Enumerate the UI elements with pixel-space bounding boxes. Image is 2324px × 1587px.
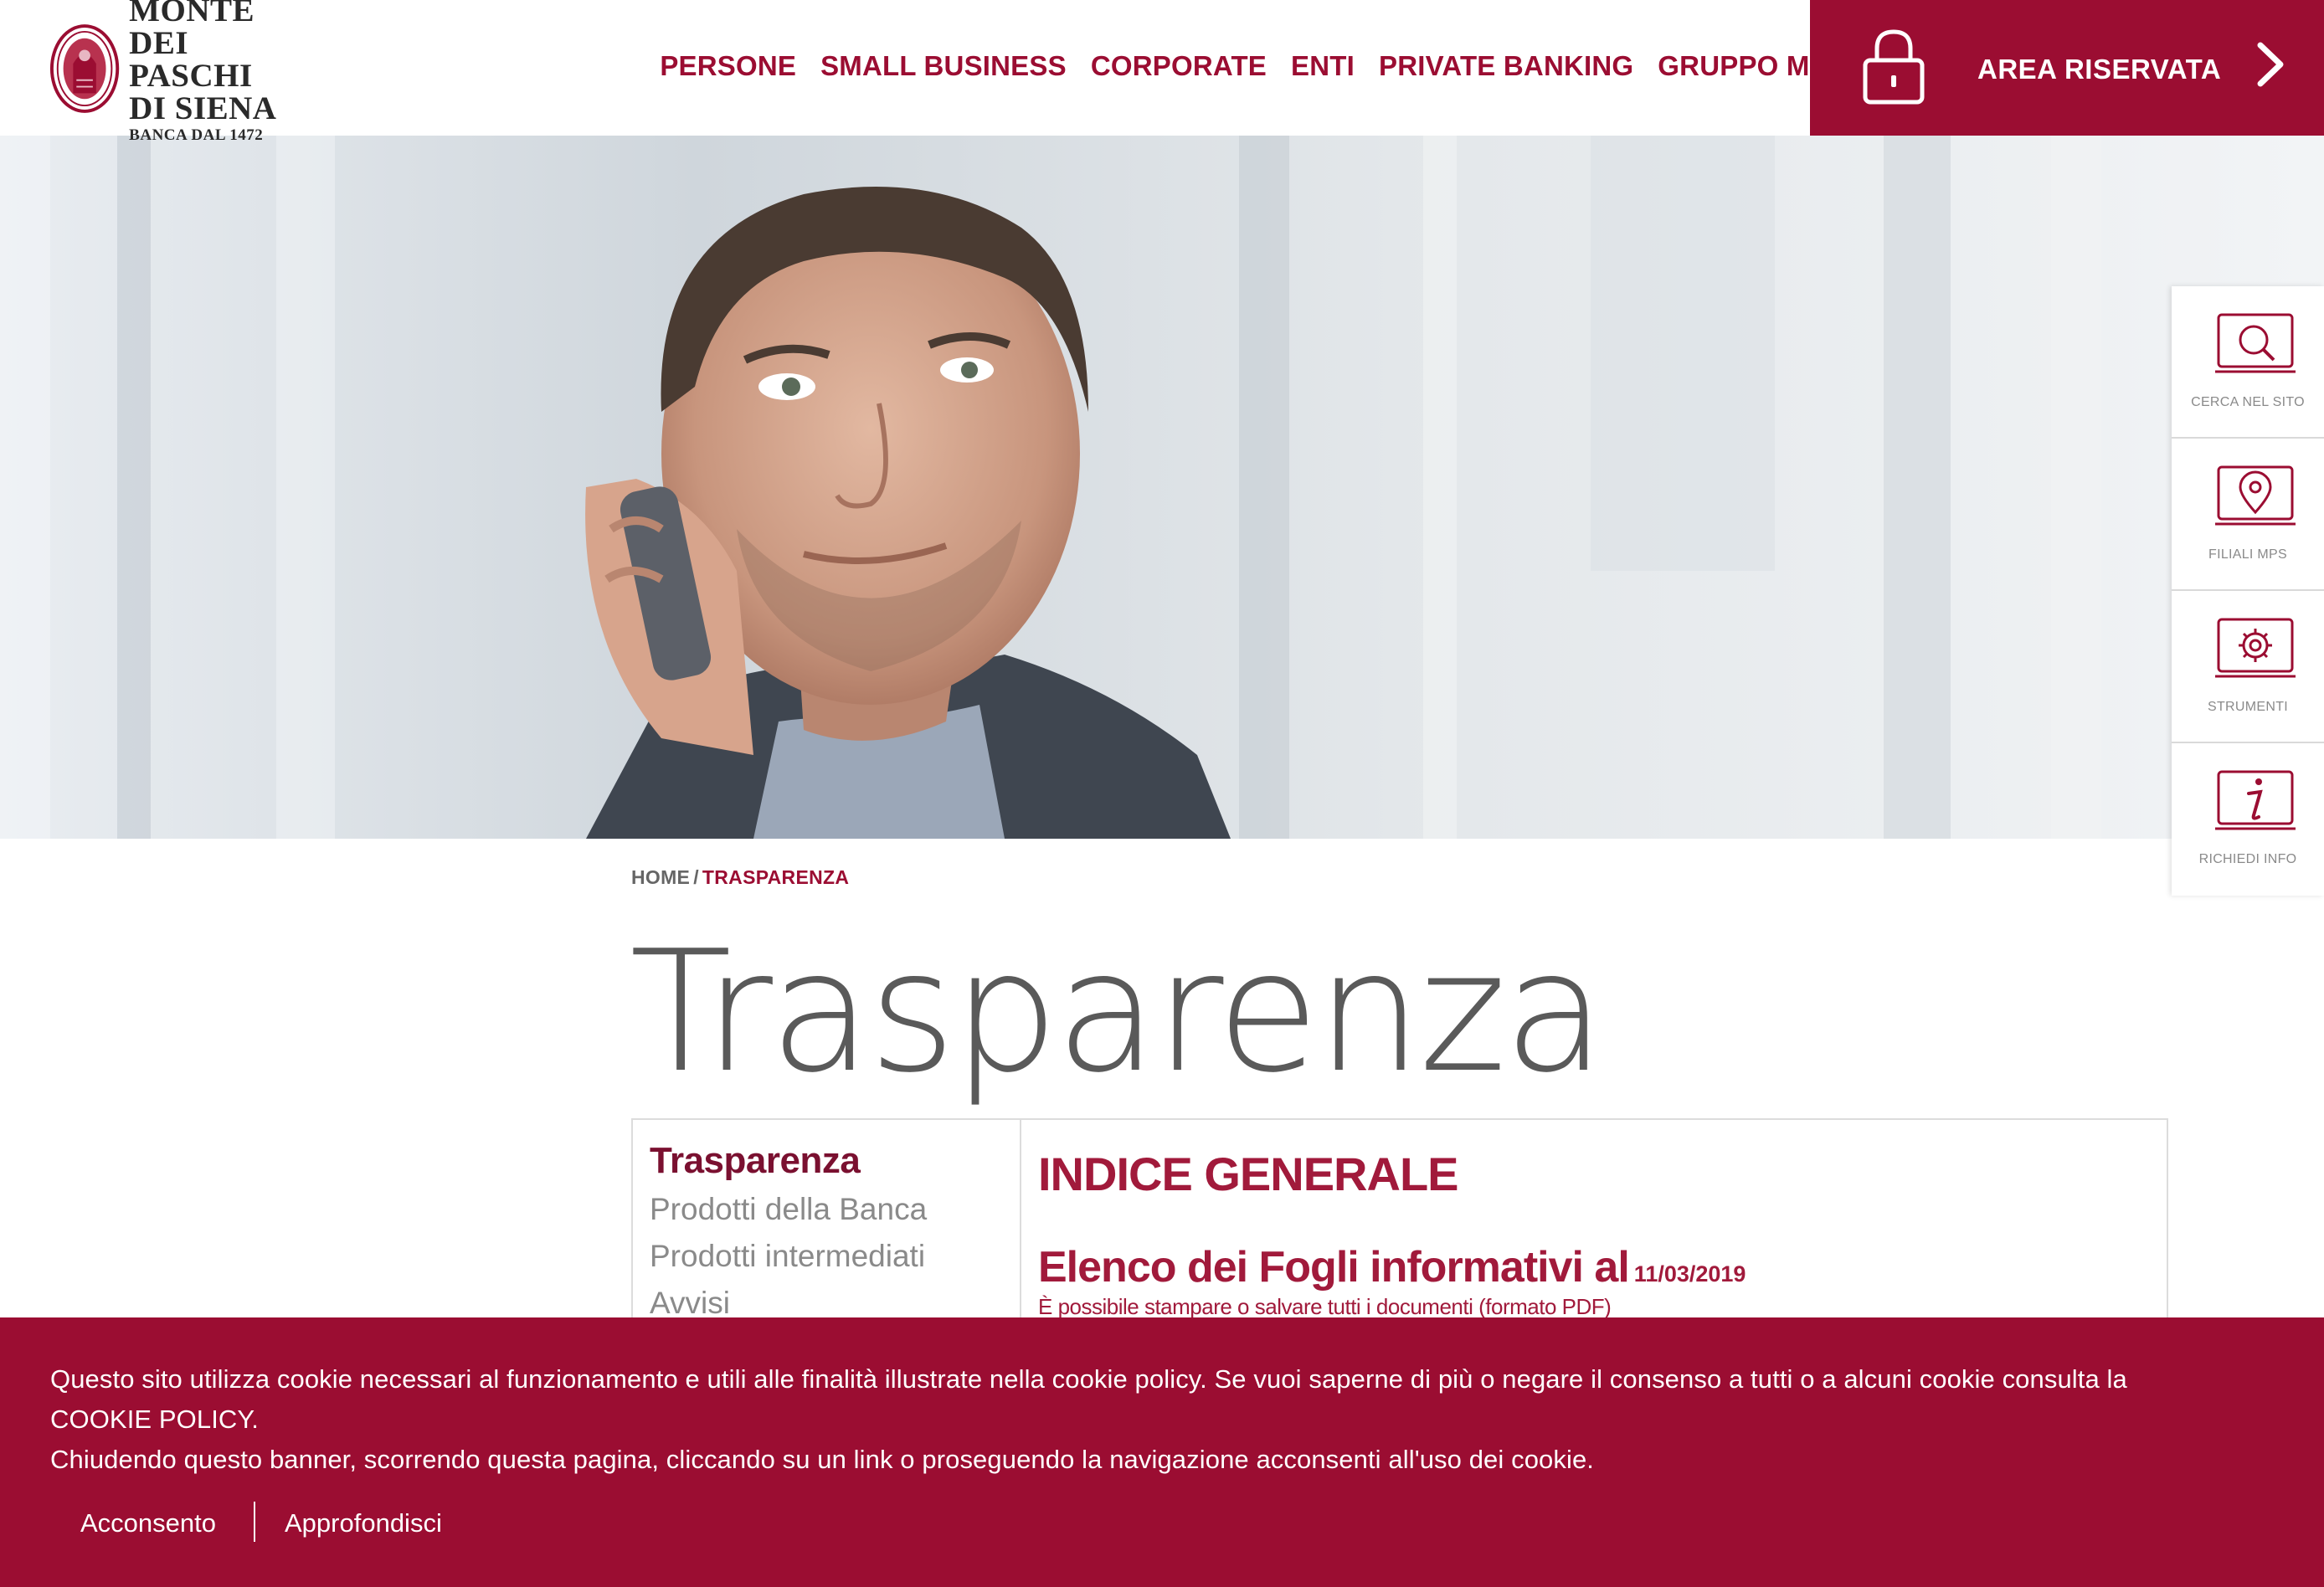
- breadcrumb-separator: /: [693, 866, 699, 888]
- learn-more-button[interactable]: Approfondisci: [285, 1508, 442, 1538]
- cookie-banner: Questo sito utilizza cookie necessari al…: [0, 1317, 2324, 1587]
- map-pin-icon: [2215, 465, 2296, 526]
- info-icon: [2215, 770, 2296, 830]
- brand-logo[interactable]: MONTE DEI PASCHI DI SIENA BANCA DAL 1472: [49, 0, 316, 143]
- brand-wordmark: MONTE DEI PASCHI DI SIENA BANCA DAL 1472: [129, 0, 316, 143]
- nav-item-private-banking[interactable]: PRIVATE BANKING: [1379, 50, 1633, 82]
- cookie-button-divider: [254, 1502, 255, 1542]
- tool-label: CERCA NEL SITO: [2191, 395, 2305, 409]
- seal-icon: [49, 24, 120, 113]
- tool-strumenti[interactable]: STRUMENTI: [2172, 591, 2324, 743]
- gear-icon: [2215, 618, 2296, 678]
- nav-item-persone[interactable]: PERSONE: [660, 50, 796, 82]
- cookie-text-line1: Questo sito utilizza cookie necessari al…: [50, 1364, 2127, 1394]
- fogli-date: 11/03/2019: [1633, 1261, 1746, 1287]
- brand-line2: DEI PASCHI: [129, 25, 253, 94]
- area-riservata-label: AREA RISERVATA: [1977, 54, 2222, 85]
- tool-richiedi-info[interactable]: RICHIEDI INFO: [2172, 743, 2324, 896]
- lock-icon: [1863, 29, 1925, 105]
- sidebar-item-prodotti-intermediati[interactable]: Prodotti intermediati: [650, 1239, 925, 1274]
- site-header: MONTE DEI PASCHI DI SIENA BANCA DAL 1472…: [0, 0, 2324, 143]
- cookie-text: Questo sito utilizza cookie necessari al…: [50, 1359, 2277, 1480]
- search-icon: [2215, 313, 2296, 373]
- fogli-title-text: Elenco dei Fogli informativi al: [1038, 1243, 1630, 1292]
- tool-label: FILIALI MPS: [2208, 547, 2287, 562]
- brand-tagline: BANCA DAL 1472: [129, 126, 264, 144]
- cookie-text-line3: Chiudendo questo banner, scorrendo quest…: [50, 1445, 1595, 1474]
- brand-line3: DI SIENA: [129, 90, 277, 126]
- main-nav: PERSONE SMALL BUSINESS CORPORATE ENTI PR…: [660, 50, 1847, 82]
- nav-item-corporate[interactable]: CORPORATE: [1091, 50, 1267, 82]
- breadcrumb: HOME / TRASPARENZA: [631, 866, 849, 889]
- nav-item-small-business[interactable]: SMALL BUSINESS: [820, 50, 1067, 82]
- tool-label: STRUMENTI: [2207, 700, 2289, 714]
- tool-filiali-mps[interactable]: FILIALI MPS: [2172, 439, 2324, 591]
- fogli-subtitle-link[interactable]: È possibile stampare o salvare tutti i d…: [1038, 1294, 1612, 1320]
- chevron-right-icon: [2257, 42, 2284, 87]
- tool-cerca-nel-sito[interactable]: CERCA NEL SITO: [2172, 286, 2324, 439]
- index-title: INDICE GENERALE: [1038, 1148, 1458, 1200]
- breadcrumb-home[interactable]: HOME: [631, 866, 690, 888]
- hero-image: [0, 136, 2324, 839]
- quick-tools-panel: CERCA NEL SITO FILIALI MPS STRUMENTI RIC…: [2172, 286, 2324, 896]
- area-riservata-button[interactable]: AREA RISERVATA: [1810, 0, 2324, 136]
- sidebar-item-prodotti-della-banca[interactable]: Prodotti della Banca: [650, 1192, 927, 1227]
- breadcrumb-current[interactable]: TRASPARENZA: [702, 866, 849, 888]
- nav-item-enti[interactable]: ENTI: [1291, 50, 1355, 82]
- cookie-policy-link[interactable]: COOKIE POLICY.: [50, 1400, 2277, 1440]
- sidebar-title[interactable]: Trasparenza: [650, 1140, 861, 1182]
- accept-cookies-button[interactable]: Acconsento: [80, 1508, 216, 1538]
- tool-label: RICHIEDI INFO: [2198, 852, 2297, 866]
- fogli-heading: Elenco dei Fogli informativi al 11/03/201…: [1038, 1242, 1746, 1292]
- brand-line1: MONTE: [129, 0, 255, 28]
- sidebar-item-avvisi[interactable]: Avvisi: [650, 1286, 730, 1321]
- hero-photo-man-on-phone: [0, 136, 2324, 839]
- page-title: Trasparenza: [630, 915, 1606, 1110]
